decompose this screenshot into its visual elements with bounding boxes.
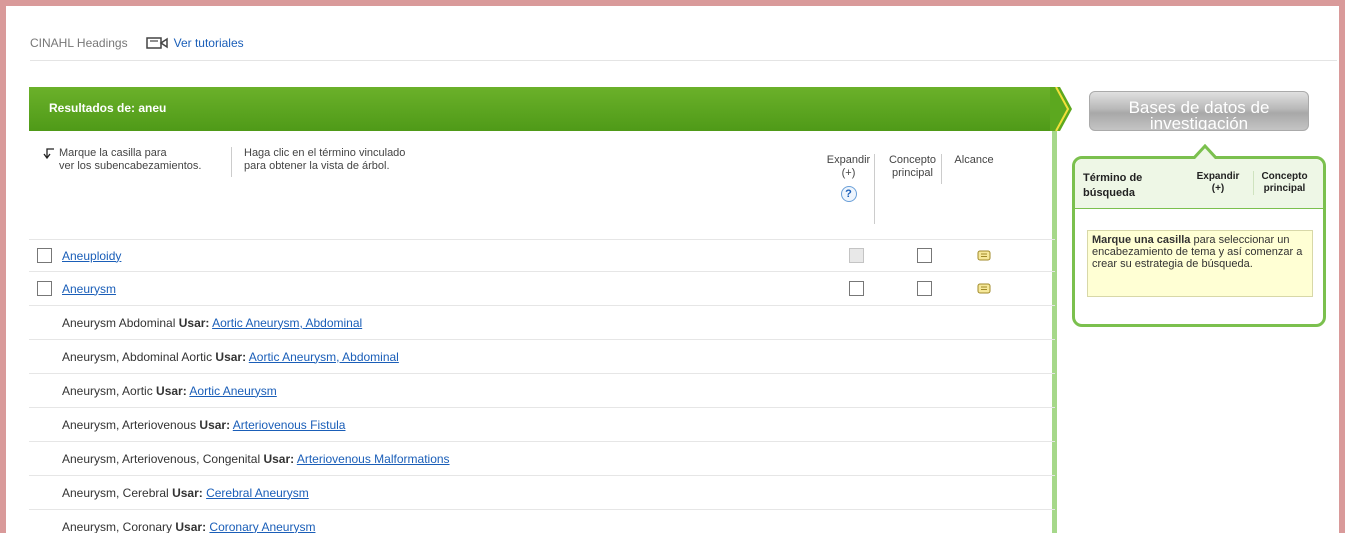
col-expand: Expandir (+) (1193, 171, 1243, 195)
header-divider (30, 60, 1337, 61)
col-term-line2: búsqueda (1083, 187, 1135, 199)
search-strategy-panel: Término de búsqueda Expandir (+) Concept… (1072, 144, 1326, 327)
use-label: Usar: (215, 349, 247, 364)
list-item: Aneurysm (29, 272, 1055, 306)
help-icon[interactable]: ? (840, 186, 857, 202)
see-target-link[interactable]: Arteriovenous Malformations (297, 452, 450, 466)
instruction-2-line1: Haga clic en el término vinculado (244, 147, 406, 159)
expand-checkbox[interactable] (849, 281, 864, 296)
entry-term: Aneurysm, Aortic (62, 383, 153, 398)
entry-term: Aneurysm, Arteriovenous (62, 417, 197, 432)
entry-term: Aneurysm, Abdominal Aortic (62, 349, 213, 364)
select-checkbox[interactable] (37, 281, 52, 296)
down-arrow-icon (43, 147, 59, 173)
see-target-link[interactable]: Aortic Aneurysm, Abdominal (212, 316, 362, 330)
col-major-line2: principal (892, 167, 933, 179)
entry-term: Aneurysm Abdominal (62, 315, 176, 330)
col-expand-line1: Expandir (826, 154, 871, 166)
major-concept-checkbox[interactable] (917, 281, 932, 296)
use-label: Usar: (178, 315, 210, 330)
results-title: Resultados de: aneu (49, 101, 167, 115)
panel-header: Término de búsqueda Expandir (+) Concept… (1075, 159, 1323, 209)
see-target-link[interactable]: Arteriovenous Fistula (233, 418, 346, 432)
use-label: Usar: (175, 519, 207, 533)
major-concept-checkbox[interactable] (917, 248, 932, 263)
header-arrow-icon (1050, 87, 1072, 131)
see-reference-row: Aneurysm, Arteriovenous, Congenital Usar… (29, 442, 1055, 476)
column-major-header: Concepto principal (884, 154, 942, 184)
see-target-link[interactable]: Coronary Aneurysm (209, 520, 315, 533)
results-header: Resultados de: aneu (29, 87, 1055, 131)
expand-checkbox (849, 248, 864, 263)
use-label: Usar: (172, 485, 203, 500)
see-target-link[interactable]: Cerebral Aneurysm (206, 486, 309, 500)
note-icon[interactable] (977, 250, 991, 262)
column-scope-header: Alcance (954, 154, 994, 166)
instruction-2-line2: para obtener la vista de árbol. (244, 160, 390, 172)
col-term-line1: Término de (1083, 172, 1143, 184)
use-label: Usar: (156, 383, 187, 398)
col-major-line2: principal (1263, 183, 1306, 194)
col-expand-line2: (+) (841, 167, 856, 179)
term-link[interactable]: Aneuploidy (62, 249, 121, 263)
db-button-line2: investigación (1149, 114, 1249, 131)
brand-title: CINAHL Headings (30, 36, 128, 50)
see-reference-row: Aneurysm, Coronary Usar: Coronary Aneury… (29, 510, 1055, 533)
panel-notch-icon (1193, 144, 1217, 160)
instruction-checkbox: Marque la casilla para ver los subencabe… (43, 147, 201, 173)
see-reference-row: Aneurysm Abdominal Usar: Aortic Aneurysm… (29, 306, 1055, 340)
entry-term: Aneurysm, Coronary (62, 519, 173, 533)
see-reference-row: Aneurysm, Cerebral Usar: Cerebral Aneury… (29, 476, 1055, 510)
term-link[interactable]: Aneurysm (62, 282, 116, 296)
see-reference-row: Aneurysm, Aortic Usar: Aortic Aneurysm (29, 374, 1055, 408)
note-icon[interactable] (977, 283, 991, 295)
col-major-line1: Concepto (888, 154, 937, 166)
see-reference-row: Aneurysm, Arteriovenous Usar: Arterioven… (29, 408, 1055, 442)
video-icon (145, 37, 168, 49)
list-item: Aneuploidy (29, 239, 1055, 272)
tip-box: Marque una casilla para seleccionar un e… (1087, 230, 1313, 297)
entry-term: Aneurysm, Cerebral (62, 485, 169, 500)
col-major-concept: Concepto principal (1253, 171, 1315, 195)
col-expand-line1: Expandir (1196, 171, 1240, 182)
column-expand-header: Expandir (+) ? (823, 154, 875, 224)
instruction-link: Haga clic en el término vinculado para o… (231, 147, 405, 177)
results-panel: Resultados de: aneu Marque la casilla pa… (29, 87, 1072, 533)
use-label: Usar: (199, 417, 231, 432)
col-major-line1: Concepto (1261, 171, 1308, 182)
see-target-link[interactable]: Aortic Aneurysm (189, 384, 276, 398)
entry-term: Aneurysm, Arteriovenous, Congenital (62, 451, 261, 466)
instruction-1-line1: Marque la casilla para (59, 147, 167, 159)
see-reference-row: Aneurysm, Abdominal Aortic Usar: Aortic … (29, 340, 1055, 374)
tutorials-link[interactable]: Ver tutoriales (145, 36, 244, 50)
results-list: Aneuploidy Aneurysm Aneurysm Abdominal U… (29, 239, 1055, 533)
instruction-1-line2: ver los subencabezamientos. (59, 160, 202, 172)
tutorials-label: Ver tutoriales (173, 36, 244, 50)
col-search-term: Término de búsqueda (1083, 171, 1163, 201)
tip-bold: Marque una casilla (1092, 234, 1191, 246)
use-label: Usar: (263, 451, 295, 466)
research-databases-button[interactable]: Bases de datos de investigación (1089, 91, 1309, 131)
top-bar: CINAHL Headings Ver tutoriales (30, 36, 244, 50)
select-checkbox[interactable] (37, 248, 52, 263)
col-expand-line2: (+) (1211, 183, 1225, 194)
see-target-link[interactable]: Aortic Aneurysm, Abdominal (249, 350, 399, 364)
